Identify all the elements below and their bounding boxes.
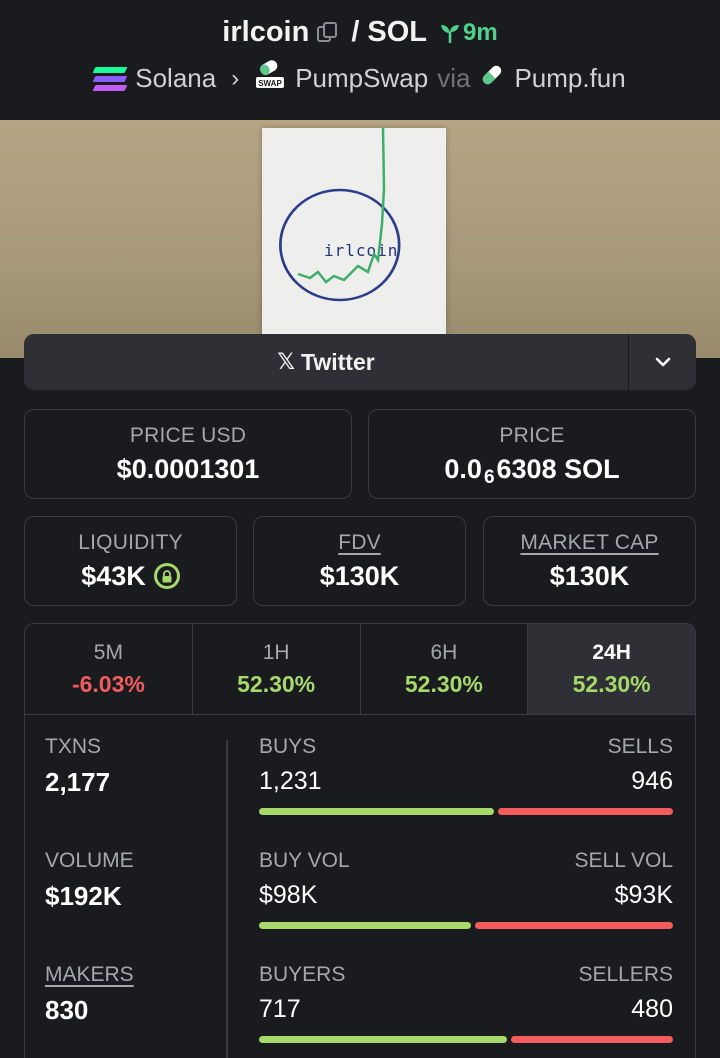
buy-vol-label: BUY VOL — [259, 849, 350, 872]
chain-link[interactable]: Solana — [135, 63, 216, 94]
chevron-down-icon — [655, 357, 670, 367]
tab-24h[interactable]: 24H 52.30% — [528, 624, 695, 714]
liquidity-value: $43K — [81, 560, 146, 591]
twitter-label: Twitter — [301, 348, 375, 375]
buyers-sellers-bar — [259, 1036, 673, 1043]
age-value: 9m — [463, 18, 498, 46]
solana-icon — [92, 66, 128, 91]
tab-name: 5M — [93, 640, 123, 664]
more-links-button[interactable] — [628, 334, 696, 390]
price-native-label: PRICE — [499, 423, 565, 447]
fdv-card: FDV $130K — [253, 516, 466, 606]
makers-metric: MAKERS 830 — [45, 963, 134, 1026]
makers-value: 830 — [45, 995, 89, 1025]
volume-metric: VOLUME $192K — [45, 849, 134, 912]
price-native-prefix: 0.0 — [444, 453, 482, 484]
paper-text: irlcoin — [324, 241, 398, 260]
buys-value: 1,231 — [259, 767, 322, 795]
breadcrumb: Solana › SWAP PumpSwap via Pump.fun — [0, 60, 720, 97]
volume-label: VOLUME — [45, 849, 134, 872]
timeframe-stats-panel: 5M -6.03% 1H 52.30% 6H 52.30% 24H 52.30%… — [24, 623, 696, 1058]
makers-label[interactable]: MAKERS — [45, 963, 134, 987]
fdv-value: $130K — [319, 560, 400, 591]
token-banner-image: irlcoin — [0, 120, 720, 358]
buys-label: BUYS — [259, 735, 317, 758]
pair-separator: / — [351, 16, 360, 48]
buyers-value: 717 — [259, 995, 301, 1023]
txns-label: TXNS — [45, 735, 102, 758]
price-usd-label: PRICE USD — [129, 423, 247, 447]
fdv-label[interactable]: FDV — [338, 531, 381, 555]
sprout-icon — [439, 22, 461, 44]
tab-name: 6H — [430, 640, 458, 664]
liquidity-card: LIQUIDITY $43K — [24, 516, 237, 606]
price-usd-card: PRICE USD $0.0001301 — [24, 409, 352, 499]
tab-1h[interactable]: 1H 52.30% — [193, 624, 361, 714]
pill-icon — [479, 62, 505, 95]
buys-bar-fill — [259, 808, 494, 815]
timeframe-stats-body: TXNS 2,177 VOLUME $192K MAKERS 830 BUYS … — [25, 715, 695, 1058]
twitter-button[interactable]: 𝕏 Twitter — [24, 334, 628, 390]
tab-name: 1H — [262, 640, 290, 664]
sell-vol-value: $93K — [614, 881, 673, 909]
pair-age: 9m — [439, 19, 498, 47]
sellers-label: SELLERS — [578, 963, 673, 986]
sells-bar-fill — [498, 808, 673, 815]
dex-link[interactable]: PumpSwap — [295, 63, 428, 94]
price-native-card: PRICE 0.0 6 6308 SOL — [368, 409, 696, 499]
tab-5m[interactable]: 5M -6.03% — [25, 624, 193, 714]
buy-sell-volume-split: BUY VOL SELL VOL $98K $93K — [259, 849, 673, 929]
launchpad-link[interactable]: Pump.fun — [514, 63, 625, 94]
buyers-bar-fill — [259, 1036, 507, 1043]
price-usd-value: $0.0001301 — [116, 453, 260, 484]
buyers-label: BUYERS — [259, 963, 346, 986]
column-divider — [226, 740, 228, 1058]
market-cap-card: MARKET CAP $130K — [483, 516, 696, 606]
token-symbol: irlcoin — [222, 16, 310, 48]
tab-change: 52.30% — [237, 670, 316, 697]
paper-drawing: irlcoin — [262, 128, 446, 358]
buyers-sellers-split: BUYERS SELLERS 717 480 — [259, 963, 673, 1043]
volume-value: $192K — [45, 881, 122, 911]
buy-sell-volume-bar — [259, 922, 673, 929]
tab-change: 52.30% — [572, 670, 651, 697]
buys-sells-bar — [259, 808, 673, 815]
tab-change: 52.30% — [404, 670, 483, 697]
pair-title: irlcoin / SOL 9m — [0, 16, 720, 49]
timeframe-tabs: 5M -6.03% 1H 52.30% 6H 52.30% 24H 52.30% — [25, 624, 695, 715]
sells-value: 946 — [631, 767, 673, 795]
tab-name: 24H — [592, 640, 631, 664]
chevron-right-icon: › — [231, 64, 240, 92]
sellers-bar-fill — [511, 1036, 673, 1043]
pumpswap-icon: SWAP — [254, 60, 286, 97]
buys-sells-split: BUYS SELLS 1,231 946 — [259, 735, 673, 815]
txns-value: 2,177 — [45, 767, 111, 797]
market-cap-value: $130K — [549, 560, 630, 591]
quote-symbol: SOL — [367, 16, 427, 48]
liquidity-label: LIQUIDITY — [78, 530, 183, 554]
price-native-value: 0.0 6 6308 SOL — [444, 453, 620, 489]
tab-6h[interactable]: 6H 52.30% — [361, 624, 529, 714]
price-native-zero-count: 6 — [483, 467, 495, 488]
market-cap-label[interactable]: MARKET CAP — [520, 531, 658, 555]
sell-vol-label: SELL VOL — [574, 849, 673, 872]
dex-badge-text: SWAP — [258, 79, 282, 88]
price-native-rest: 6308 SOL — [496, 453, 620, 484]
sells-label: SELLS — [607, 735, 673, 758]
sellers-value: 480 — [631, 995, 673, 1023]
txns-metric: TXNS 2,177 — [45, 735, 110, 798]
x-icon: 𝕏 — [277, 349, 296, 374]
social-links-bar: 𝕏 Twitter — [24, 334, 696, 390]
via-label: via — [437, 63, 471, 93]
lock-icon[interactable] — [153, 563, 180, 589]
sell-vol-bar-fill — [475, 922, 673, 929]
liquidity-value-row: $43K — [81, 561, 180, 592]
pair-header: irlcoin / SOL 9m Solana › SWAP PumpSwap … — [0, 0, 720, 120]
buy-vol-bar-fill — [259, 922, 471, 929]
tab-change: -6.03% — [71, 670, 145, 697]
copy-icon[interactable] — [317, 21, 339, 44]
buy-vol-value: $98K — [259, 881, 318, 909]
